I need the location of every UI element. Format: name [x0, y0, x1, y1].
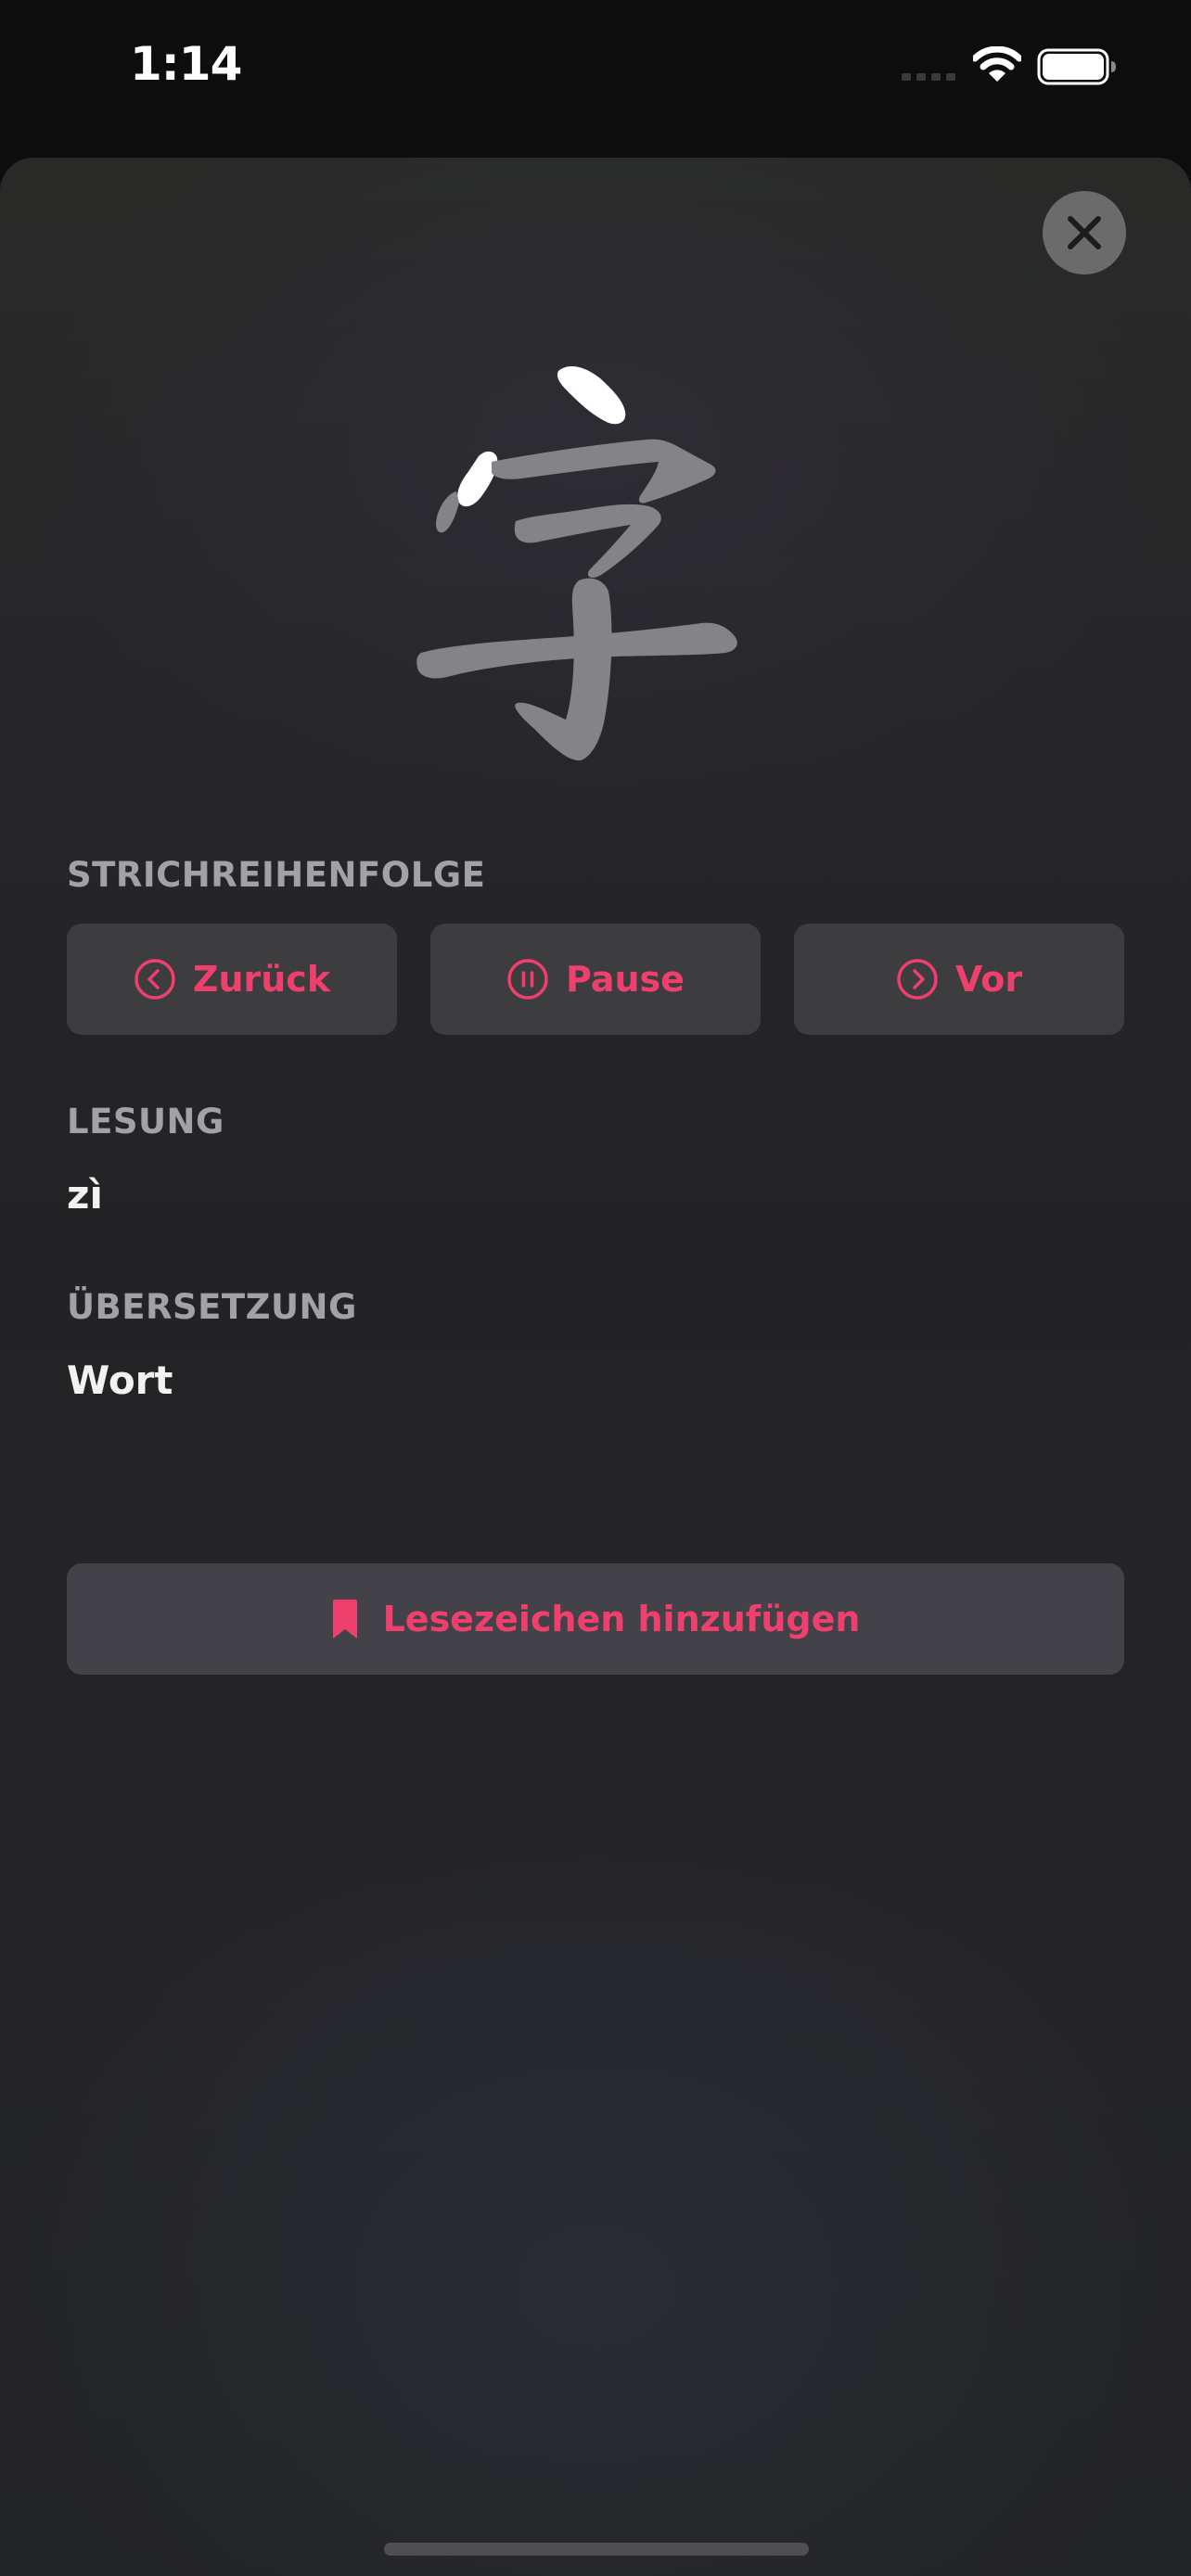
character-stroke-animation: 字: [416, 365, 737, 761]
back-button-label: Zurück: [192, 959, 331, 1000]
character-detail-screen: 1:14 字: [0, 0, 1191, 2576]
status-time: 1:14: [130, 37, 242, 91]
stroke-3: [492, 439, 716, 504]
next-button-label: Vor: [954, 959, 1023, 1000]
next-button[interactable]: Vor: [794, 924, 1124, 1035]
cellular-signal-icon: [902, 73, 955, 81]
status-bar: 1:14: [0, 0, 1191, 158]
close-icon: [1068, 216, 1101, 249]
battery-icon: [1037, 48, 1116, 85]
translation-label: ÜBERSETZUNG: [67, 1287, 357, 1327]
pause-button-label: Pause: [566, 959, 685, 1000]
stroke-order-label: STRICHREIHENFOLGE: [67, 855, 486, 895]
stroke-1: [557, 365, 626, 425]
close-button[interactable]: [1043, 191, 1126, 274]
reading-label: LESUNG: [67, 1102, 224, 1141]
wifi-icon: [973, 46, 1021, 82]
stroke-5: [515, 578, 612, 761]
chevron-left-circle-icon: [134, 959, 175, 1000]
stroke-2: [457, 451, 498, 507]
home-indicator: [384, 2543, 809, 2556]
bookmark-icon: [332, 1600, 357, 1639]
pause-button[interactable]: Pause: [430, 924, 761, 1035]
back-button[interactable]: Zurück: [67, 924, 397, 1035]
translation-value: Wort: [67, 1358, 173, 1403]
add-bookmark-button[interactable]: Lesezeichen hinzufügen: [67, 1563, 1124, 1675]
chevron-right-circle-icon: [897, 959, 938, 1000]
stroke-4: [514, 504, 661, 578]
pause-circle-icon: [507, 959, 548, 1000]
add-bookmark-label: Lesezeichen hinzufügen: [382, 1599, 861, 1639]
reading-value: zì: [67, 1172, 103, 1218]
character-sheet: 字 STRICHREIHENFOLGE Zurück: [0, 158, 1191, 2576]
stroke-2-pending: [436, 491, 459, 533]
